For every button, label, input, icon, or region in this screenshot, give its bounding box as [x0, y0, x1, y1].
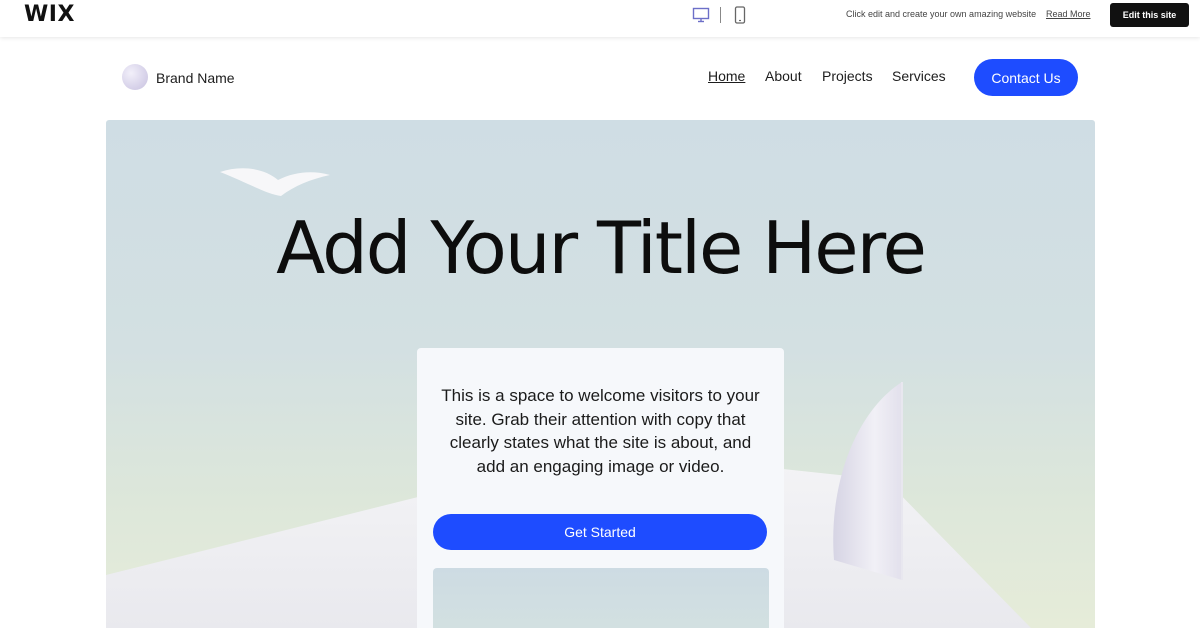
contact-us-button[interactable]: Contact Us — [974, 59, 1078, 96]
brand-name[interactable]: Brand Name — [156, 70, 235, 86]
get-started-button[interactable]: Get Started — [433, 514, 767, 550]
hero-title: Add Your Title Here — [276, 206, 927, 290]
nav-about[interactable]: About — [765, 68, 802, 84]
wix-logo[interactable]: WIX — [24, 2, 75, 27]
device-switcher — [690, 5, 751, 25]
nav-services[interactable]: Services — [892, 68, 946, 84]
sail-shape — [833, 382, 902, 580]
brand-logo[interactable] — [122, 64, 148, 90]
preview-message: Click edit and create your own amazing w… — [846, 9, 1037, 19]
nav-projects[interactable]: Projects — [822, 68, 873, 84]
welcome-text: This is a space to welcome visitors to y… — [441, 386, 760, 476]
card-image-placeholder — [433, 568, 769, 628]
hero-section: Add Your Title Here This is a space to w… — [106, 120, 1095, 628]
bird-shape — [220, 168, 330, 196]
edit-site-button[interactable]: Edit this site — [1110, 3, 1189, 27]
welcome-card: This is a space to welcome visitors to y… — [417, 348, 784, 628]
mobile-phone-icon — [734, 6, 746, 24]
wix-preview-bar: WIX Click edit and create your own amazi… — [0, 0, 1200, 37]
read-more-link[interactable]: Read More — [1046, 9, 1091, 19]
device-separator — [720, 7, 721, 23]
nav-home[interactable]: Home — [708, 68, 745, 84]
desktop-monitor-icon — [692, 7, 710, 23]
mobile-view-button[interactable] — [729, 5, 751, 25]
desktop-view-button[interactable] — [690, 5, 712, 25]
